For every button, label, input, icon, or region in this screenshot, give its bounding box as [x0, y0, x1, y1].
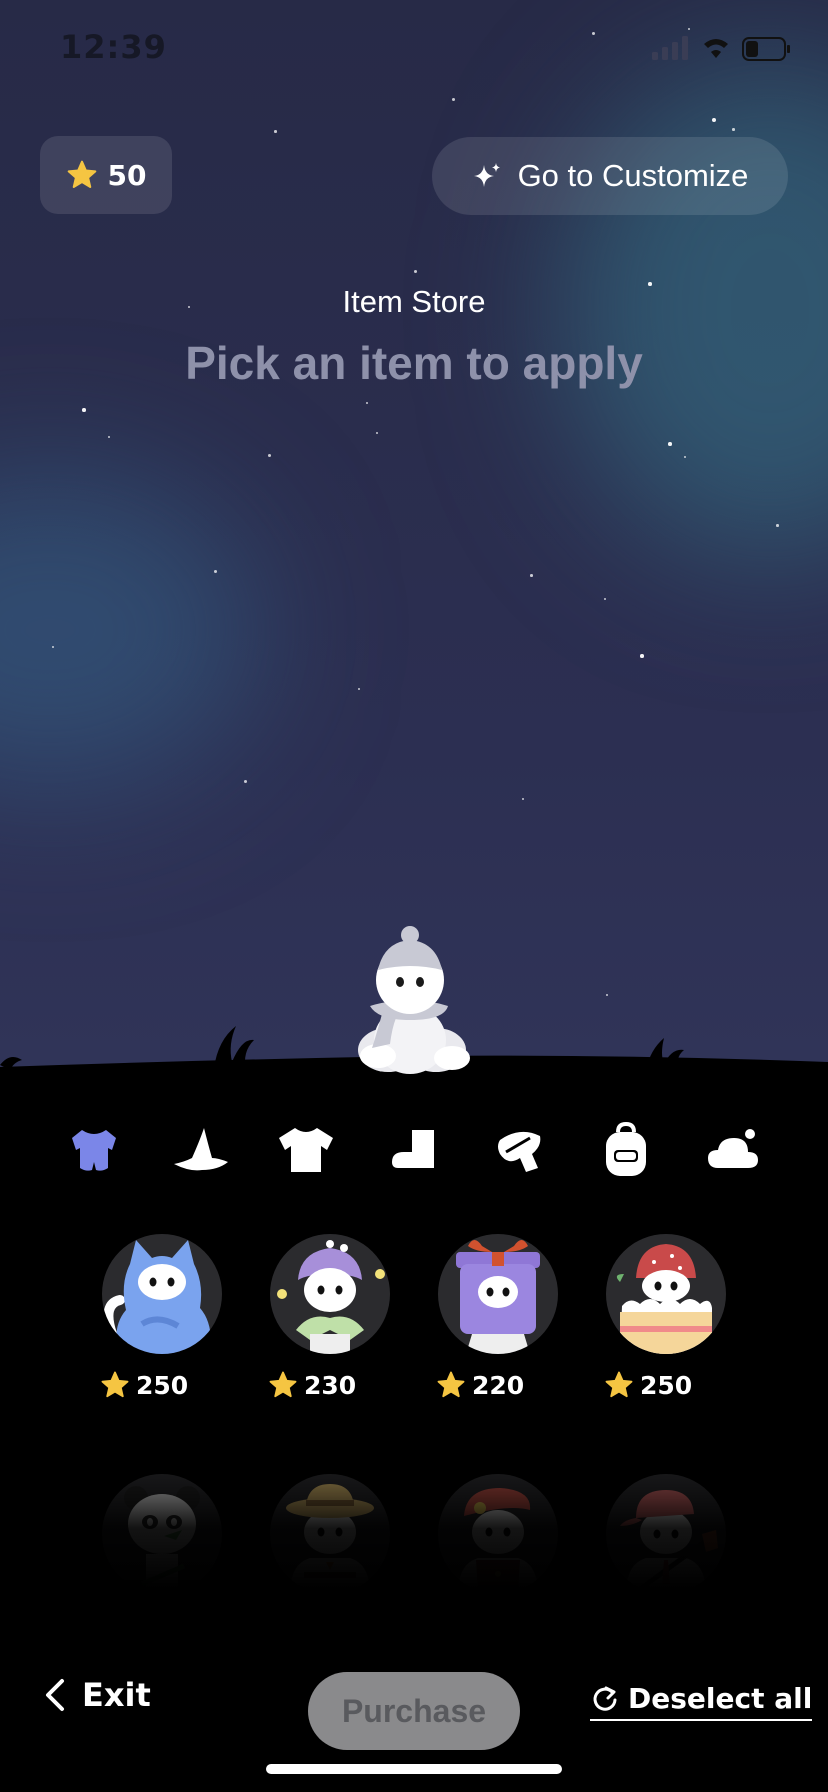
strawberry-cake-image [616, 1244, 712, 1354]
store-title: Item Store [342, 284, 486, 319]
star-dot [732, 128, 735, 131]
star-dot [274, 130, 277, 133]
star-dot [268, 454, 271, 457]
deselect-all-button[interactable]: Deselect all [590, 1682, 813, 1721]
exit-button[interactable]: Exit [42, 1676, 151, 1714]
star-dot [530, 574, 533, 577]
star-dot [668, 442, 672, 446]
tab-top[interactable] [276, 1120, 336, 1180]
star-dot [604, 598, 606, 600]
cellular-signal-icon [652, 36, 688, 60]
star-dot [376, 432, 378, 434]
item-price: 250 [604, 1370, 744, 1400]
item-thumbnail [606, 1234, 726, 1354]
battery-icon [742, 37, 790, 61]
deselect-all-label: Deselect all [628, 1682, 813, 1715]
gift-box-image [456, 1240, 540, 1354]
boot-icon [392, 1130, 434, 1168]
star-dot [214, 570, 217, 573]
star-dot [522, 798, 524, 800]
refresh-icon [593, 1686, 617, 1711]
star-dot [358, 688, 360, 690]
wifi-icon [704, 39, 728, 58]
item-thumbnail [270, 1234, 390, 1354]
item-price: 230 [268, 1370, 408, 1400]
star-coin-icon [269, 1371, 297, 1398]
bottom-fade-overlay [0, 1420, 828, 1660]
cloud-moon-icon [708, 1129, 758, 1168]
store-item[interactable]: 220 [437, 1234, 558, 1400]
bellflower-fairy-image [277, 1240, 385, 1354]
chevron-left-icon [46, 1679, 64, 1711]
store-item[interactable]: 250 [605, 1234, 726, 1400]
backpack-icon [606, 1122, 646, 1176]
item-thumbnail [438, 1234, 558, 1354]
purchase-button[interactable]: Purchase [308, 1672, 520, 1750]
item-store-screen: 12:39 50 Go to Customize Item Store Pick… [0, 0, 828, 1792]
item-thumbnail [102, 1234, 222, 1354]
coin-balance-value: 50 [107, 158, 147, 192]
aurora-glow [0, 470, 260, 790]
star-dot [776, 524, 779, 527]
star-dot [712, 118, 716, 122]
star-dot [414, 270, 417, 273]
item-price-value: 230 [304, 1370, 357, 1400]
star-coin-icon [437, 1371, 465, 1398]
character-avatar [358, 926, 470, 1074]
exit-label: Exit [82, 1676, 151, 1714]
item-price: 250 [100, 1370, 240, 1400]
tab-weather[interactable] [704, 1120, 764, 1180]
tab-bag[interactable] [596, 1120, 656, 1180]
onesie-icon [72, 1130, 116, 1171]
star-dot [640, 654, 644, 658]
coin-balance: 50 [40, 136, 172, 214]
star-dot [606, 994, 608, 996]
store-item[interactable]: 230 [269, 1234, 390, 1400]
status-time: 12:39 [60, 28, 167, 66]
home-indicator[interactable] [266, 1764, 562, 1774]
tab-shoes[interactable] [384, 1120, 444, 1180]
go-to-customize-label: Go to Customize [517, 158, 749, 193]
item-price: 220 [436, 1370, 576, 1400]
tab-accessory[interactable] [490, 1120, 550, 1180]
star-coin-icon [101, 1371, 129, 1398]
star-coin-icon [67, 160, 96, 188]
star-dot [82, 408, 86, 412]
sparkle-icon [473, 163, 500, 187]
star-dot [108, 436, 110, 438]
category-tabs [0, 1120, 828, 1180]
status-bar: 12:39 [0, 0, 828, 100]
go-to-customize-button[interactable]: Go to Customize [432, 137, 788, 215]
star-dot [244, 780, 247, 783]
t-shirt-icon [279, 1128, 333, 1172]
star-dot [366, 402, 368, 404]
star-dot [52, 646, 54, 648]
item-price-value: 250 [136, 1370, 189, 1400]
tab-outfit[interactable] [64, 1120, 124, 1180]
witch-hat-icon [174, 1128, 228, 1171]
tab-hat[interactable] [170, 1120, 230, 1180]
store-item[interactable]: 250 [101, 1234, 222, 1400]
scarf-icon [498, 1131, 541, 1172]
item-price-value: 250 [640, 1370, 693, 1400]
star-dot [684, 456, 686, 458]
blue-cat-onesie-image [103, 1240, 211, 1354]
item-price-value: 220 [472, 1370, 525, 1400]
star-coin-icon [605, 1371, 633, 1398]
purchase-label: Purchase [341, 1692, 487, 1729]
store-subtitle: Pick an item to apply [185, 337, 643, 389]
